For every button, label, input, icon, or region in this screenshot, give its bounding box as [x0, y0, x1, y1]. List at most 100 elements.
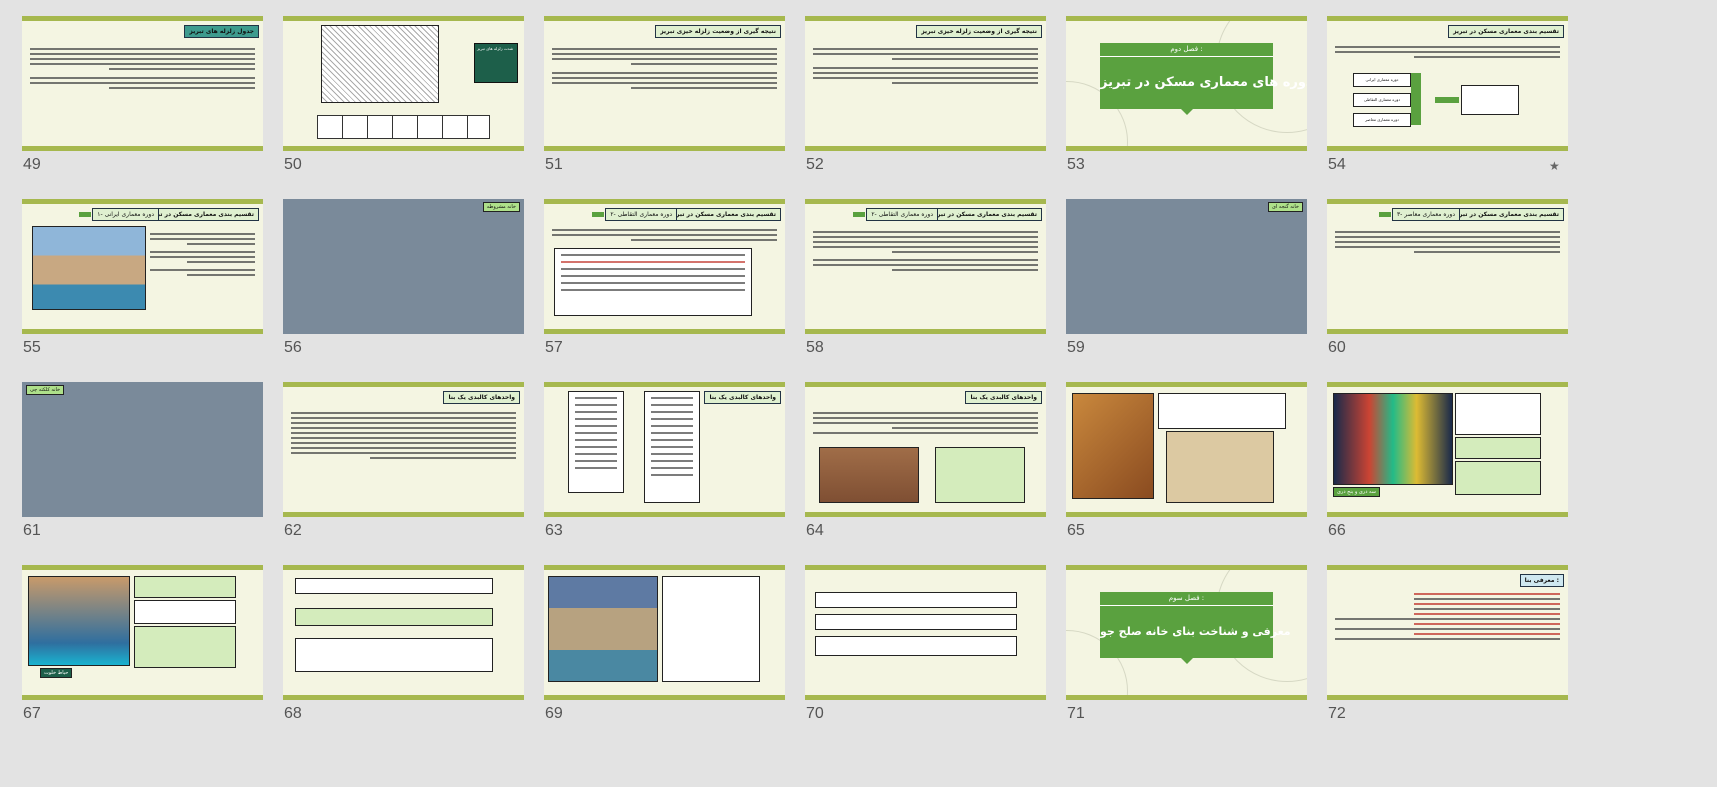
- slide-68[interactable]: [283, 565, 524, 700]
- slide-thumb-62[interactable]: واحدهای کالبدی یک بنا 62: [283, 382, 525, 557]
- slide-67[interactable]: حیاط خلوت: [22, 565, 263, 700]
- slide-text: [1335, 228, 1560, 256]
- slide-sorter-grid: جدول زلزله های تبریز 49 شدت زلزله های تب…: [0, 0, 1717, 787]
- slide-thumb-51[interactable]: نتیجه گیری از وضعیت زلزله خیزی تبریز 51: [544, 16, 786, 191]
- chapter-title: دوره های معماری مسکن در تبریز: [1100, 57, 1307, 115]
- slide-51[interactable]: نتیجه گیری از وضعیت زلزله خیزی تبریز: [544, 16, 785, 151]
- slide-thumb-69[interactable]: 69: [544, 565, 786, 740]
- slide-thumb-72[interactable]: معرفی بنا : 72: [1327, 565, 1569, 740]
- slide-54[interactable]: تقسیم بندی معماری مسکن در تبریز دوره معم…: [1327, 16, 1568, 151]
- slide-58[interactable]: تقسیم بندی معماری مسکن در تبریز ۲- دوره …: [805, 199, 1046, 334]
- slide-number: 65: [1067, 522, 1085, 539]
- data-table: [317, 115, 490, 139]
- slide-thumb-70[interactable]: 70: [805, 565, 1047, 740]
- slide-61[interactable]: خانه کلکته چی: [22, 382, 263, 517]
- slide-number: 72: [1328, 705, 1346, 722]
- slide-60[interactable]: تقسیم بندی معماری مسکن در تبریز ۳- دوره …: [1327, 199, 1568, 334]
- slide-number: 63: [545, 522, 563, 539]
- chapter-title: معرفی و شناخت بنای خانه صلح جو: [1100, 606, 1291, 664]
- slide-64[interactable]: واحدهای کالبدی یک بنا: [805, 382, 1046, 517]
- photo-caption: خانه مشروطه: [482, 202, 520, 212]
- slide-title: تقسیم بندی معماری مسکن در تبریز: [143, 208, 259, 221]
- slide-thumb-49[interactable]: جدول زلزله های تبریز 49: [22, 16, 264, 191]
- slide-62[interactable]: واحدهای کالبدی یک بنا: [283, 382, 524, 517]
- slide-subtitle: ۲- دوره معماری التقاطی: [853, 208, 938, 221]
- slide-thumb-60[interactable]: تقسیم بندی معماری مسکن در تبریز ۳- دوره …: [1327, 199, 1569, 374]
- window-photo: [1333, 393, 1453, 485]
- slide-thumb-68[interactable]: 68: [283, 565, 525, 740]
- slide-thumb-64[interactable]: واحدهای کالبدی یک بنا 64: [805, 382, 1047, 557]
- slide-70[interactable]: [805, 565, 1046, 700]
- slide-thumb-56[interactable]: خانه مشروطه 56: [283, 199, 525, 374]
- slide-57[interactable]: تقسیم بندی معماری مسکن در تبریز ۲- دوره …: [544, 199, 785, 334]
- slide-number: 64: [806, 522, 824, 539]
- slide-title: جدول زلزله های تبریز: [184, 25, 259, 38]
- slide-thumb-59[interactable]: خانه گنجه ای 59: [1066, 199, 1308, 374]
- map-image: [321, 25, 439, 103]
- slide-number: 59: [1067, 339, 1085, 356]
- slide-thumb-67[interactable]: حیاط خلوت 67: [22, 565, 264, 740]
- slide-number: 51: [545, 156, 563, 173]
- slide-thumb-57[interactable]: تقسیم بندی معماری مسکن در تبریز ۲- دوره …: [544, 199, 786, 374]
- slide-text: [30, 45, 255, 92]
- slide-number: 60: [1328, 339, 1346, 356]
- list-box-right: [644, 391, 700, 503]
- slide-53[interactable]: فصل دوم : دوره های معماری مسکن در تبریز: [1066, 16, 1307, 151]
- slide-number: 67: [23, 705, 41, 722]
- slide-56[interactable]: خانه مشروطه: [283, 199, 524, 334]
- photo-caption: خانه کلکته چی: [26, 385, 65, 395]
- slide-thumb-50[interactable]: شدت زلزله های تبریز 50: [283, 16, 525, 191]
- slide-63[interactable]: واحدهای کالبدی یک بنا: [544, 382, 785, 517]
- slide-thumb-61[interactable]: خانه کلکته چی 61: [22, 382, 264, 557]
- model-image: [1166, 431, 1274, 503]
- slide-52[interactable]: نتیجه گیری از وضعیت زلزله خیزی تبریز: [805, 16, 1046, 151]
- slide-71[interactable]: فصل سوم : معرفی و شناخت بنای خانه صلح جو: [1066, 565, 1307, 700]
- slide-thumb-54[interactable]: تقسیم بندی معماری مسکن در تبریز دوره معم…: [1327, 16, 1569, 191]
- text-box: [134, 600, 236, 624]
- slide-thumb-65[interactable]: 65: [1066, 382, 1308, 557]
- slide-thumb-71[interactable]: فصل سوم : معرفی و شناخت بنای خانه صلح جو…: [1066, 565, 1308, 740]
- slide-title: نتیجه گیری از وضعیت زلزله خیزی تبریز: [655, 25, 781, 38]
- text-box: [134, 626, 236, 668]
- slide-number: 62: [284, 522, 302, 539]
- slide-49[interactable]: جدول زلزله های تبریز: [22, 16, 263, 151]
- slide-text: [291, 409, 516, 462]
- slide-text: [552, 45, 777, 92]
- slide-thumb-55[interactable]: تقسیم بندی معماری مسکن در تبریز ۱- دوره …: [22, 199, 264, 374]
- slide-number: 71: [1067, 705, 1085, 722]
- diagram-source-box: [1461, 85, 1519, 115]
- building-photo: [548, 576, 658, 682]
- slide-number: 57: [545, 339, 563, 356]
- slide-thumb-63[interactable]: واحدهای کالبدی یک بنا 63: [544, 382, 786, 557]
- slide-69[interactable]: [544, 565, 785, 700]
- slide-number: 56: [284, 339, 302, 356]
- slide-thumb-58[interactable]: تقسیم بندی معماری مسکن در تبریز ۲- دوره …: [805, 199, 1047, 374]
- list-box-left: [568, 391, 624, 493]
- slide-66[interactable]: سه دری و پنج دری: [1327, 382, 1568, 517]
- slide-title: واحدهای کالبدی یک بنا: [965, 391, 1042, 404]
- text-box: [134, 576, 236, 598]
- slide-50[interactable]: شدت زلزله های تبریز: [283, 16, 524, 151]
- slide-subtitle: ۱- دوره معماری ایرانی: [79, 208, 159, 221]
- building-photo: [819, 447, 919, 503]
- slide-59[interactable]: خانه گنجه ای: [1066, 199, 1307, 334]
- slide-text: [813, 409, 1038, 437]
- slide-subtitle: ۲- دوره معماری التقاطی: [592, 208, 677, 221]
- slide-55[interactable]: تقسیم بندی معماری مسکن در تبریز ۱- دوره …: [22, 199, 263, 334]
- text-box: [815, 592, 1017, 608]
- chapter-label: فصل سوم :: [1100, 592, 1273, 606]
- diagram-item-3: دوره معماری معاصر: [1353, 113, 1411, 127]
- slide-number: 49: [23, 156, 41, 173]
- slide-number: 55: [23, 339, 41, 356]
- text-box: [815, 614, 1017, 630]
- slide-thumb-66[interactable]: سه دری و پنج دری 66: [1327, 382, 1569, 557]
- slide-number: 50: [284, 156, 302, 173]
- slide-thumb-53[interactable]: فصل دوم : دوره های معماری مسکن در تبریز …: [1066, 16, 1308, 191]
- slide-65[interactable]: [1066, 382, 1307, 517]
- slide-thumb-52[interactable]: نتیجه گیری از وضعیت زلزله خیزی تبریز 52: [805, 16, 1047, 191]
- photo-caption: خانه گنجه ای: [1268, 202, 1303, 212]
- slide-title: معرفی بنا :: [1519, 574, 1564, 587]
- slide-72[interactable]: معرفی بنا :: [1327, 565, 1568, 700]
- slide-number: 66: [1328, 522, 1346, 539]
- text-box: [815, 636, 1017, 656]
